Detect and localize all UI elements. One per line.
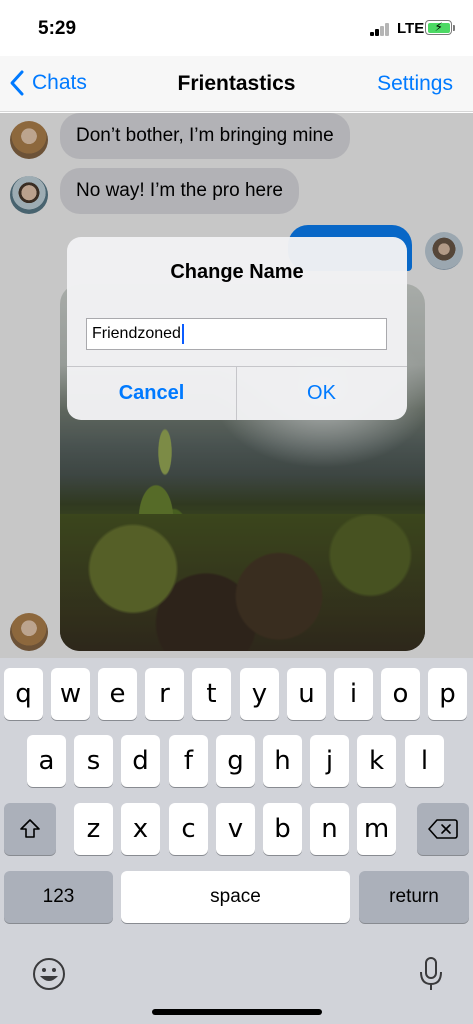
status-time: 5:29 [38,18,77,39]
key-u[interactable]: u [287,668,326,720]
ok-button[interactable]: OK [237,367,406,420]
key-o[interactable]: o [381,668,420,720]
key-g[interactable]: g [216,735,255,787]
key-r[interactable]: r [145,668,184,720]
key-s[interactable]: s [74,735,113,787]
settings-button[interactable]: Settings [377,72,453,96]
text-caret [181,324,184,344]
delete-key[interactable] [417,803,469,855]
keyboard: q w e r t y u i o p a s d f g h j k l z … [0,658,473,1024]
name-input[interactable]: Friendzoned [86,318,387,350]
key-x[interactable]: x [121,803,160,855]
key-e[interactable]: e [98,668,137,720]
emoji-icon[interactable] [31,956,67,992]
signal-icon [370,22,392,36]
key-v[interactable]: v [216,803,255,855]
key-l[interactable]: l [405,735,444,787]
shift-key[interactable] [4,803,56,855]
battery-icon: ⚡ [425,20,452,35]
nav-bar: Chats Frientastics Settings [0,56,473,112]
space-key[interactable]: space [121,871,350,923]
cancel-button[interactable]: Cancel [67,367,236,420]
battery-tip [453,25,455,31]
key-q[interactable]: q [4,668,43,720]
key-w[interactable]: w [51,668,90,720]
key-a[interactable]: a [27,735,66,787]
change-name-dialog: Change Name Friendzoned Cancel OK [67,237,407,420]
key-n[interactable]: n [310,803,349,855]
key-z[interactable]: z [74,803,113,855]
key-c[interactable]: c [169,803,208,855]
name-input-value: Friendzoned [92,325,181,342]
delete-icon [428,819,458,839]
numbers-key[interactable]: 123 [4,871,113,923]
key-p[interactable]: p [428,668,467,720]
shift-icon [20,819,40,838]
key-h[interactable]: h [263,735,302,787]
microphone-icon[interactable] [418,956,444,992]
network-type: LTE [397,20,425,37]
key-i[interactable]: i [334,668,373,720]
key-k[interactable]: k [357,735,396,787]
key-y[interactable]: y [240,668,279,720]
status-bar: 5:29 LTE ⚡ [0,0,473,56]
key-d[interactable]: d [121,735,160,787]
key-m[interactable]: m [357,803,396,855]
home-indicator[interactable] [152,1009,322,1015]
key-t[interactable]: t [192,668,231,720]
dialog-title: Change Name [170,261,304,283]
key-j[interactable]: j [310,735,349,787]
key-b[interactable]: b [263,803,302,855]
return-key[interactable]: return [359,871,469,923]
key-f[interactable]: f [169,735,208,787]
